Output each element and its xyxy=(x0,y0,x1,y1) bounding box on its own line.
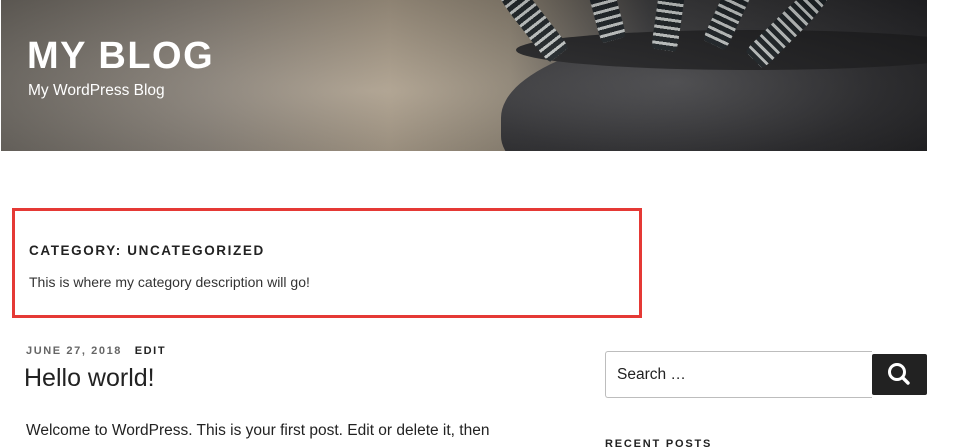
search-button[interactable] xyxy=(872,354,927,395)
site-header: MY BLOG My WordPress Blog xyxy=(1,0,927,151)
search-form xyxy=(605,351,927,398)
post-edit-link[interactable]: EDIT xyxy=(135,345,166,357)
search-input[interactable] xyxy=(605,351,872,398)
site-title[interactable]: MY BLOG xyxy=(27,35,214,78)
post-excerpt: Welcome to WordPress. This is your first… xyxy=(26,422,490,439)
archive-header-highlight: CATEGORY: UNCATEGORIZED This is where my… xyxy=(12,208,642,318)
post-title[interactable]: Hello world! xyxy=(24,364,155,393)
site-tagline: My WordPress Blog xyxy=(28,82,165,99)
post-date[interactable]: JUNE 27, 2018 xyxy=(26,345,122,357)
search-icon xyxy=(888,363,910,385)
page: MY BLOG My WordPress Blog CATEGORY: UNCA… xyxy=(0,0,959,447)
recent-posts-heading: RECENT POSTS xyxy=(605,438,713,447)
archive-title: CATEGORY: UNCATEGORIZED xyxy=(29,243,265,258)
post-meta: JUNE 27, 2018 EDIT xyxy=(26,345,166,357)
archive-description: This is where my category description wi… xyxy=(29,274,310,290)
